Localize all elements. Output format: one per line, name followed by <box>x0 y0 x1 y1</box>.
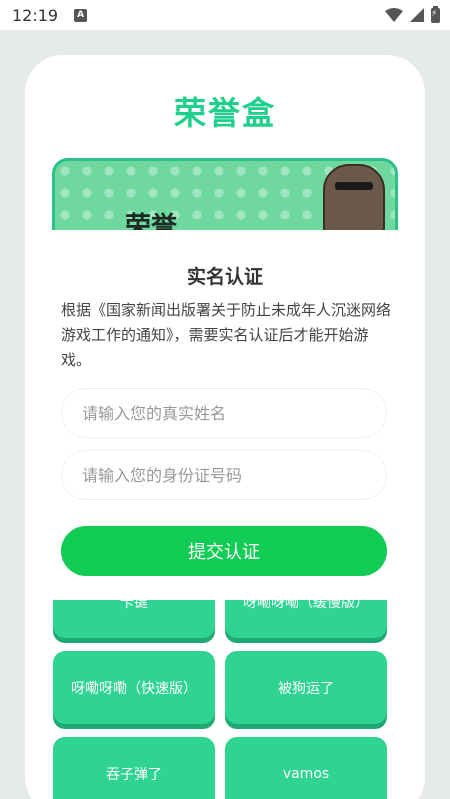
battery-icon <box>431 5 440 23</box>
game-button-4[interactable]: 被狗运了 <box>225 651 387 724</box>
notification-a-icon: A <box>74 8 88 22</box>
status-time: 12:19 <box>12 5 59 25</box>
modal-description: 根据《国家新闻出版署关于防止未成年人沉迷网络游戏工作的通知》，需要实名认证后才能… <box>61 301 392 369</box>
real-name-input[interactable] <box>61 388 387 438</box>
submit-verification-button[interactable]: 提交认证 <box>61 526 387 576</box>
id-number-input[interactable] <box>61 450 387 500</box>
status-bar: 12:19 A <box>0 0 450 30</box>
modal-title: 实名认证 <box>186 266 263 288</box>
game-button-6[interactable]: vamos <box>225 737 387 799</box>
game-button-3[interactable]: 呀嘞呀嘞（快速版） <box>53 651 215 724</box>
status-icons <box>385 5 440 23</box>
verification-modal: 实名认证 根据《国家新闻出版署关于防止未成年人沉迷网络游戏工作的通知》，需要实名… <box>37 230 413 600</box>
wifi-icon <box>385 8 403 22</box>
signal-icon <box>410 8 424 22</box>
character-avatar-icon <box>323 164 385 234</box>
game-button-5[interactable]: 吞子弹了 <box>53 737 215 799</box>
app-title: 荣誉盒 <box>173 94 276 132</box>
